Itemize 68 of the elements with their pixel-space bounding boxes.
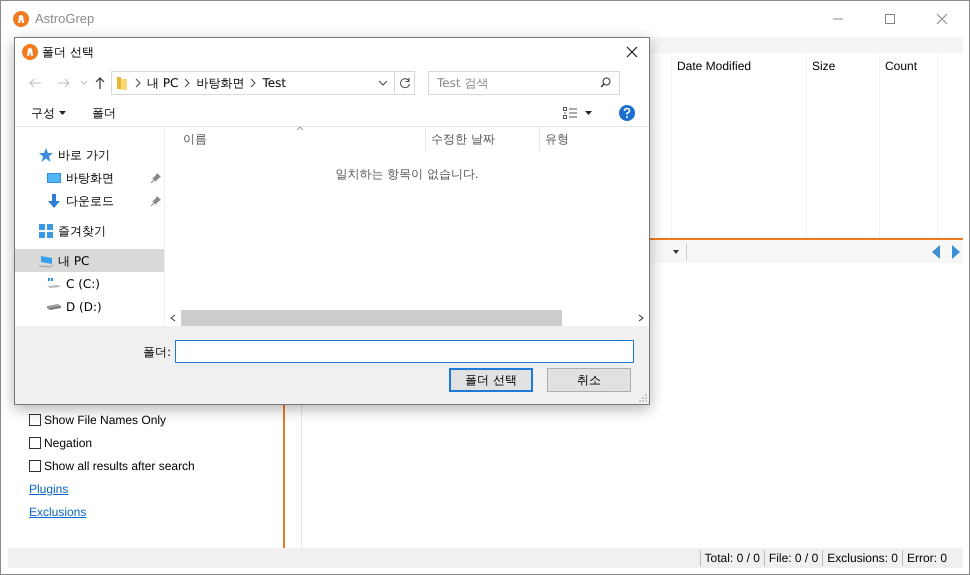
checkbox-label: Show File Names Only: [44, 413, 166, 427]
column-header[interactable]: 유형: [539, 127, 641, 151]
sort-caret-icon: [296, 126, 304, 131]
chevron-down-icon: [378, 80, 388, 86]
link[interactable]: Exclusions: [29, 505, 86, 519]
folder-input-field[interactable]: [175, 340, 634, 363]
dialog-title: 폴더 선택: [42, 44, 94, 60]
chevron-right-icon: [183, 78, 192, 88]
maximize-icon: [884, 12, 896, 24]
app-logo-icon: [22, 44, 38, 60]
left-arrow-icon: [932, 244, 940, 258]
dialog-button[interactable]: 폴더 선택: [449, 368, 533, 392]
resize-grip-icon: [639, 394, 647, 402]
nav-item[interactable]: 바로 가기: [15, 143, 164, 166]
chevron-down-icon: [80, 80, 88, 86]
caret-icon: [585, 111, 592, 115]
nav-item[interactable]: D (D:): [15, 295, 164, 318]
status-text: Error: 0: [902, 550, 951, 566]
refresh-icon: [398, 76, 410, 88]
down-arrow-icon: [46, 192, 62, 208]
help-icon: [619, 105, 635, 121]
column-header[interactable]: 수정한 날짜: [425, 127, 539, 151]
star-icon: [38, 146, 54, 162]
search-field[interactable]: Test 검색: [428, 70, 620, 94]
link[interactable]: Plugins: [29, 482, 68, 496]
view-list-icon: [563, 107, 577, 119]
checkbox-label: Show all results after search: [44, 459, 195, 473]
organize-menu-button[interactable]: 구성: [31, 104, 66, 122]
checkbox[interactable]: [29, 414, 41, 426]
nav-item[interactable]: 다운로드: [15, 189, 164, 212]
nav-item[interactable]: 내 PC: [15, 249, 164, 272]
checkbox[interactable]: [29, 460, 41, 472]
chevron-right-icon: [638, 314, 644, 322]
field-label: 폴더:: [143, 344, 172, 360]
caret-icon: [59, 111, 66, 115]
up-arrow-icon: [94, 76, 106, 90]
status-text: Total: 0 / 0: [700, 550, 764, 566]
window-title: AstroGrep: [35, 10, 94, 28]
checkbox-label: Negation: [44, 436, 92, 450]
app-logo-icon: [13, 10, 29, 26]
forward-arrow-icon: [57, 76, 71, 88]
close-icon: [936, 12, 948, 24]
status-text: File: 0 / 0: [764, 550, 822, 566]
empty-message: 일치하는 항목이 없습니다.: [335, 167, 479, 181]
folder-icon: [117, 76, 127, 90]
nav-item[interactable]: 바탕화면: [15, 166, 164, 189]
status-text: Exclusions: 0: [822, 550, 902, 566]
dialog-button[interactable]: 취소: [547, 368, 631, 392]
scrollbar-thumb[interactable]: [181, 310, 562, 326]
dropdown-arrow-icon: [673, 250, 679, 254]
chevron-left-icon: [170, 314, 176, 322]
column-header[interactable]: 이름: [165, 127, 425, 151]
search-placeholder: Test 검색: [437, 74, 490, 92]
right-arrow-icon: [952, 244, 960, 258]
close-icon: [626, 46, 638, 58]
new-folder-button[interactable]: 폴더: [92, 104, 116, 122]
grid-icon: [38, 222, 54, 238]
chevron-right-icon: [134, 78, 142, 88]
chevron-right-icon: [249, 78, 258, 88]
nav-item[interactable]: C (C:): [15, 272, 164, 295]
breadcrumb-item[interactable]: 바탕화면: [196, 74, 244, 92]
checkbox[interactable]: [29, 437, 41, 449]
address-bar[interactable]: 내 PC 바탕화면 Test: [111, 70, 415, 94]
breadcrumb-item[interactable]: Test: [262, 74, 286, 92]
back-arrow-icon: [28, 76, 42, 88]
breadcrumb-item[interactable]: 내 PC: [147, 74, 178, 92]
search-icon: [600, 77, 611, 88]
nav-item[interactable]: 즐겨찾기: [15, 219, 164, 242]
